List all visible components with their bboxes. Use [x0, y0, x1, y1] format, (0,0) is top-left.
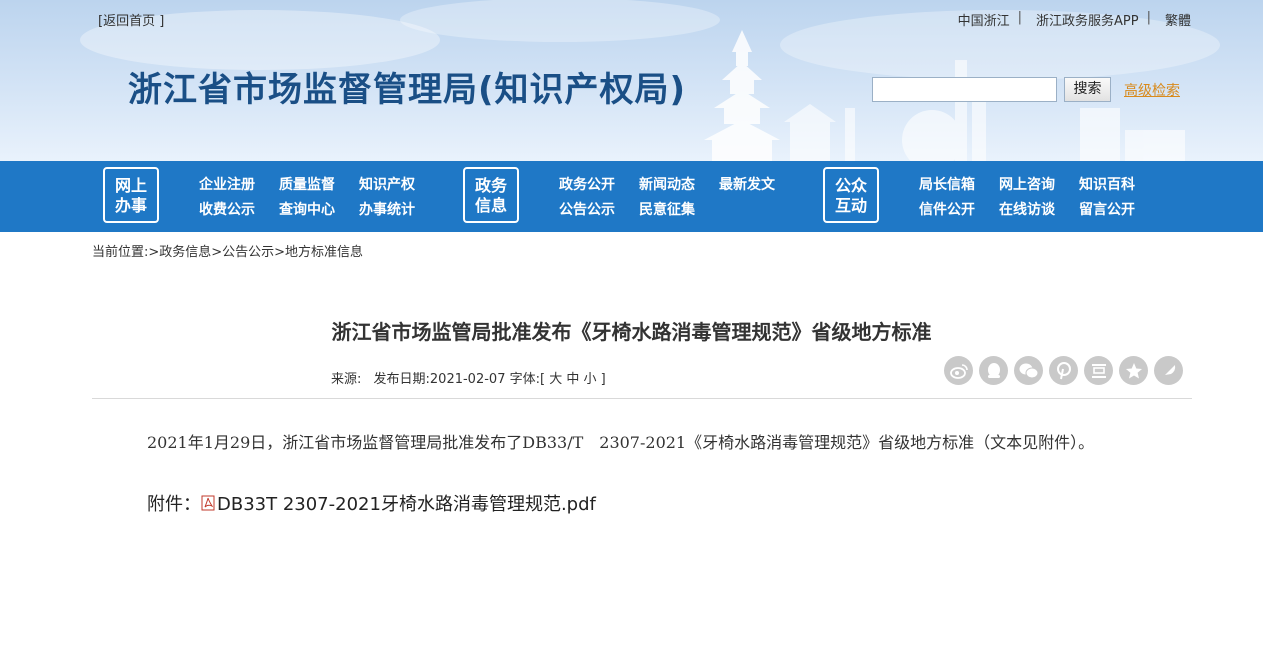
nav-box-label: 办事: [114, 196, 147, 215]
publish-date: 发布日期:2021-02-07: [373, 372, 506, 387]
breadcrumb[interactable]: 当前位置:>政务信息>公告公示>地方标准信息: [92, 241, 363, 260]
site-title: 浙江省市场监督管理局(知识产权局): [128, 70, 687, 110]
search-button[interactable]: 搜索: [1064, 77, 1111, 102]
font-size-large[interactable]: 大: [549, 372, 562, 387]
article-body: 2021年1月29日，浙江省市场监督管理局批准发布了DB33/T 2307-20…: [147, 433, 1095, 452]
qzone-icon[interactable]: [979, 356, 1008, 385]
separator: |: [1017, 10, 1023, 25]
font-size-medium[interactable]: 中: [566, 372, 579, 387]
separator: |: [1146, 10, 1151, 25]
back-home-link[interactable]: [返回首页 ]: [98, 10, 164, 29]
favorite-icon[interactable]: [1119, 356, 1148, 385]
nav-box-online-service[interactable]: 网上 办事: [103, 167, 159, 223]
font-size-small[interactable]: 小: [584, 372, 597, 387]
nav-box-public-interaction[interactable]: 公众 互动: [823, 167, 879, 223]
nav-box-label: 公众: [834, 176, 867, 195]
article-title: 浙江省市场监管局批准发布《牙椅水路消毒管理规范》省级地方标准: [331, 320, 932, 344]
attachment: 附件： DB33T 2307-2021牙椅水路消毒管理规范.pdf: [147, 490, 596, 516]
article-meta: 来源: 发布日期:2021-02-07 字体:[ 大 中 小 ]: [331, 368, 606, 387]
nav-link-latest-documents[interactable]: 最新发文: [719, 174, 775, 194]
font-size-label: 字体:[: [509, 372, 546, 387]
header-banner: [返回首页 ] 中国浙江 | 浙江政务服务APP | 繁體 浙江省市场监督管理局…: [0, 0, 1263, 161]
top-link-zhejiang[interactable]: 中国浙江: [958, 10, 1010, 29]
nav-link-service-stats[interactable]: 办事统计: [359, 199, 415, 219]
search-input[interactable]: [872, 77, 1057, 102]
source-label: 来源:: [331, 372, 362, 387]
nav-link-messages-public[interactable]: 留言公开: [1079, 199, 1135, 219]
nav-link-letters-public[interactable]: 信件公开: [919, 199, 975, 219]
nav-link-online-consultation[interactable]: 网上咨询: [999, 174, 1055, 194]
wechat-icon[interactable]: [1014, 356, 1043, 385]
top-link-app[interactable]: 浙江政务服务APP: [1036, 10, 1139, 29]
nav-box-government-info[interactable]: 政务 信息: [463, 167, 519, 223]
attachment-label: 附件：: [147, 494, 201, 515]
main-nav: 网上 办事 企业注册 质量监督 知识产权 收费公示 查询中心 办事统计 政务 信…: [0, 161, 1263, 232]
top-link-traditional[interactable]: 繁體: [1165, 10, 1191, 29]
pinterest-icon[interactable]: [1049, 356, 1078, 385]
attachment-file-link[interactable]: DB33T 2307-2021牙椅水路消毒管理规范.pdf: [217, 494, 596, 515]
nav-link-fee-disclosure[interactable]: 收费公示: [199, 199, 255, 219]
nav-box-label: 信息: [474, 196, 507, 215]
divider: [92, 398, 1192, 399]
nav-link-online-interview[interactable]: 在线访谈: [999, 199, 1055, 219]
nav-link-director-mailbox[interactable]: 局长信箱: [919, 174, 975, 194]
advanced-search-link[interactable]: 高级检索: [1124, 80, 1180, 100]
share-bar: [944, 356, 1183, 385]
nav-link-query-center[interactable]: 查询中心: [279, 199, 335, 219]
nav-box-label: 互动: [834, 196, 867, 215]
top-links: 中国浙江 | 浙江政务服务APP | 繁體: [958, 10, 1191, 29]
nav-box-label: 政务: [474, 176, 507, 195]
nav-link-enterprise-registration[interactable]: 企业注册: [199, 174, 255, 194]
nav-link-government-disclosure[interactable]: 政务公开: [559, 174, 615, 194]
nav-box-label: 网上: [114, 176, 147, 195]
douban-icon[interactable]: [1084, 356, 1113, 385]
nav-link-public-opinion[interactable]: 民意征集: [639, 199, 695, 219]
nav-link-intellectual-property[interactable]: 知识产权: [359, 174, 415, 194]
font-size-close: ]: [600, 372, 606, 387]
nav-link-quality-supervision[interactable]: 质量监督: [279, 174, 335, 194]
nav-link-knowledge-base[interactable]: 知识百科: [1079, 174, 1135, 194]
nav-link-news[interactable]: 新闻动态: [639, 174, 695, 194]
nav-link-announcements[interactable]: 公告公示: [559, 199, 615, 219]
more-icon[interactable]: [1154, 356, 1183, 385]
pdf-icon: [201, 495, 215, 516]
weibo-icon[interactable]: [944, 356, 973, 385]
